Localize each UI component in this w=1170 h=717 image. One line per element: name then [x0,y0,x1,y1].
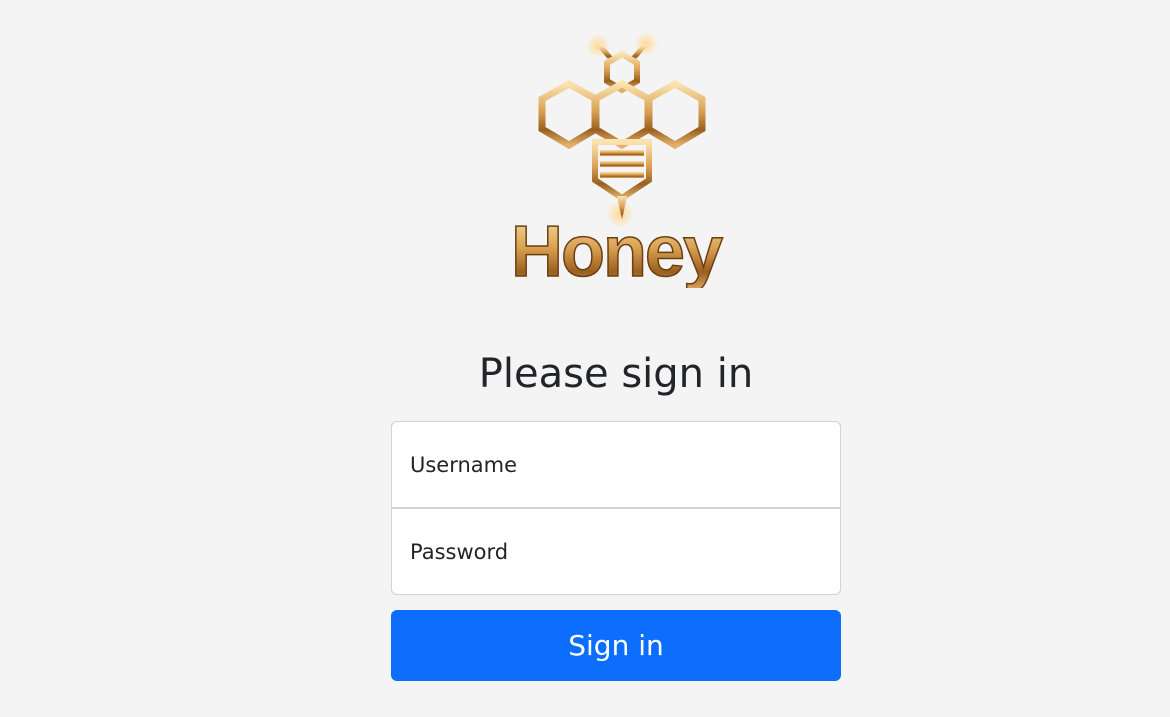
honey-logo: Honey [490,32,742,288]
login-page: Honey Please sign in Sign in [0,0,1170,717]
sign-in-button[interactable]: Sign in [391,610,841,681]
username-field[interactable] [391,421,841,508]
password-field[interactable] [391,508,841,595]
bee-hexagon-icon: Honey [510,32,726,288]
page-title: Please sign in [478,351,754,397]
login-form: Sign in [391,421,841,681]
logo-wordmark: Honey [511,212,723,288]
